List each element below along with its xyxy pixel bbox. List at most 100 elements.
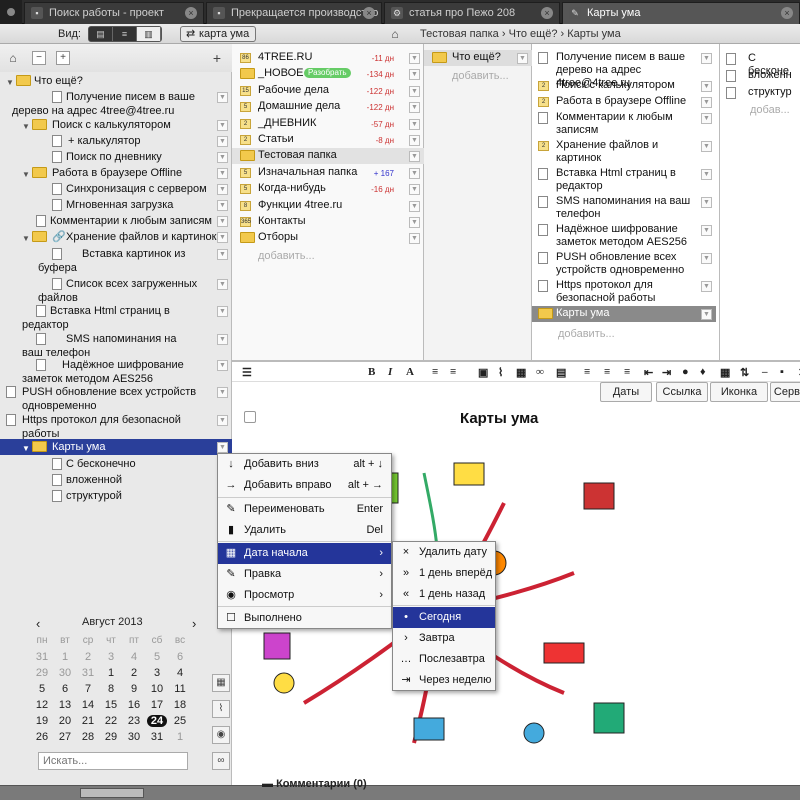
list-item[interactable]: 5 Когда-нибудь -16 дн ▼ (232, 181, 424, 197)
calendar-day[interactable]: 2 (78, 651, 98, 663)
breadcrumb-item[interactable]: Карты ума (567, 28, 620, 40)
font-color-icon[interactable]: A (406, 366, 414, 378)
calendar-day[interactable]: 29 (32, 667, 52, 679)
list-item[interactable]: структур (720, 86, 800, 102)
item-menu-icon[interactable]: ▼ (217, 360, 228, 371)
tree-item[interactable]: Комментарии к любым записям ▼ (0, 213, 232, 229)
add-item-link[interactable]: добавить... (258, 250, 315, 262)
submenu-item[interactable]: ⇥ Через неделю (393, 670, 495, 691)
item-menu-icon[interactable]: ▼ (217, 152, 228, 163)
item-menu-icon[interactable]: ▼ (409, 200, 420, 212)
list-item[interactable]: 5 Домашние дела -122 дн ▼ (232, 99, 424, 115)
item-menu-icon[interactable]: ▼ (409, 53, 420, 64)
attach-icon[interactable]: ⌇ (498, 366, 503, 379)
menu-item-pencil[interactable]: ✎ Переименовать Enter (218, 499, 391, 520)
list-item[interactable]: вложенн (720, 69, 800, 85)
item-menu-icon[interactable]: ▼ (409, 233, 420, 245)
breadcrumb-item[interactable]: Что ещё? (509, 28, 558, 40)
tree-item[interactable]: Мгновенная загрузка ▼ (0, 197, 232, 213)
submenu-item[interactable]: × Удалить дату (393, 542, 495, 563)
item-menu-icon[interactable]: ▼ (409, 217, 420, 228)
calendar-day[interactable]: 30 (55, 667, 75, 679)
list-item[interactable]: 86 4TREE.RU -11 дн ▼ (232, 50, 424, 66)
comments-header[interactable]: ▬ Комментарии (0) (262, 778, 367, 790)
breadcrumb-item[interactable]: Тестовая папка (420, 28, 499, 40)
menu-item-calendar[interactable]: ▦ Дата начала › (218, 543, 391, 564)
item-menu-icon[interactable]: ▼ (409, 118, 420, 130)
item-menu-icon[interactable]: ▼ (701, 225, 712, 236)
close-icon[interactable]: × (363, 7, 375, 19)
tab-job-search[interactable]: ▪ Поиск работы - проект × (24, 2, 204, 24)
calendar-day[interactable]: 1 (101, 667, 121, 679)
calendar-day[interactable]: 30 (124, 731, 144, 743)
calendar-day[interactable]: 16 (124, 699, 144, 711)
calendar-day[interactable]: 31 (78, 667, 98, 679)
view-switcher[interactable]: ▤ ≡ ▥ (88, 26, 162, 42)
item-menu-icon[interactable]: ▼ (217, 184, 228, 195)
align-right-icon[interactable]: ≡ (624, 366, 630, 378)
tree-item[interactable]: С бесконечно (0, 456, 232, 472)
tree-item[interactable]: Вставка Html страниц в редактор ▼ (0, 303, 232, 331)
list-item[interactable]: 2 Работа в браузере Offline ▼ (532, 94, 716, 110)
list-item[interactable]: 15 Рабочие дела -122 дн ▼ (232, 83, 424, 99)
bullet-list-icon[interactable]: ≡ (432, 366, 438, 378)
list-item[interactable]: SMS напоминания на ваш телефон ▼ (532, 194, 716, 222)
list-item[interactable]: Https протокол для безопасной работы ▼ (532, 278, 716, 306)
calendar-day[interactable]: 18 (170, 699, 190, 711)
calendar-day[interactable]: 5 (147, 651, 167, 663)
bold-icon[interactable]: B (368, 366, 375, 378)
item-menu-icon[interactable]: ▼ (217, 200, 228, 211)
list-item[interactable]: 8 Функции 4tree.ru ▼ (232, 198, 424, 214)
list-item[interactable]: Отборы ▼ (232, 230, 424, 246)
item-menu-icon[interactable]: ▼ (701, 309, 712, 320)
tree-item[interactable]: ▼ Работа в браузере Offline ▼ (0, 165, 232, 181)
tab-peugeot[interactable]: ⚙ статья про Пежо 208 × (384, 2, 560, 24)
add-item-link[interactable]: добав... (750, 104, 790, 116)
menu-item-arrow-down[interactable]: ↓ Добавить вниз alt + ↓ (218, 454, 391, 475)
item-menu-icon[interactable]: ▼ (217, 306, 228, 317)
tree-item[interactable]: Https протокол для безопасной работы ▼ (0, 412, 232, 440)
item-menu-icon[interactable]: ▼ (517, 53, 528, 64)
tree-item-root[interactable]: ▼ Что ещё? (0, 73, 232, 89)
calendar-day[interactable]: 10 (147, 683, 167, 695)
tree-item[interactable]: ▼ Поиск с калькулятором ▼ (0, 117, 232, 133)
item-menu-icon[interactable]: ▼ (701, 197, 712, 208)
submenu-item[interactable]: • Сегодня (393, 607, 495, 628)
submenu-item[interactable]: › Завтра (393, 628, 495, 649)
calendar-day[interactable]: 31 (32, 651, 52, 663)
table-icon[interactable]: ▦ (516, 366, 526, 379)
calendar-day[interactable]: 13 (55, 699, 75, 711)
expand-arrow-icon[interactable]: ▼ (22, 168, 30, 182)
item-menu-icon[interactable]: ▼ (409, 69, 420, 81)
item-menu-icon[interactable]: ▼ (217, 415, 228, 426)
link-icon[interactable]: ∞ (536, 366, 544, 378)
submenu-item[interactable]: « 1 день назад (393, 584, 495, 605)
italic-icon[interactable]: I (388, 366, 392, 378)
item-menu-icon[interactable]: ▼ (217, 442, 228, 453)
menu-icon[interactable]: ☰ (242, 366, 252, 379)
tree-item[interactable]: Вставка картинок из буфера ▼ (0, 246, 232, 276)
outdent-icon[interactable]: ⇤ (644, 366, 653, 379)
close-icon[interactable]: × (541, 7, 553, 19)
menu-item-trash[interactable]: ▮ Удалить Del (218, 520, 391, 541)
item-menu-icon[interactable]: ▼ (409, 167, 420, 179)
view-split-icon[interactable]: ▥ (137, 27, 161, 41)
calendar-day[interactable]: 31 (147, 731, 167, 743)
calendar-day[interactable]: 1 (55, 651, 75, 663)
list-item[interactable]: Комментарии к любым записям ▼ (532, 110, 716, 138)
close-icon[interactable]: × (781, 7, 793, 19)
tree-item[interactable]: Поиск по дневнику ▼ (0, 149, 232, 165)
list-item[interactable]: Получение писем в ваше дерево на адрес 4… (532, 50, 716, 89)
item-menu-icon[interactable]: ▼ (217, 120, 228, 131)
item-menu-icon[interactable]: ▼ (217, 249, 228, 260)
tab-production[interactable]: ▪ Прекращается производство Fo...× (206, 2, 382, 24)
calendar-day[interactable]: 23 (124, 715, 144, 727)
item-menu-icon[interactable]: ▼ (409, 151, 420, 163)
mindmap-toggle[interactable]: ⇄ карта ума (180, 26, 257, 42)
close-icon[interactable]: × (185, 7, 197, 19)
tree-item-selected[interactable]: ▼ Карты ума ▼ (0, 439, 232, 455)
list-item[interactable]: Карты ума ▼ (532, 306, 716, 322)
list-item[interactable]: 365 Контакты ▼ (232, 214, 424, 230)
add-item-link[interactable]: добавить... (452, 70, 509, 82)
item-menu-icon[interactable]: ▼ (217, 387, 228, 398)
